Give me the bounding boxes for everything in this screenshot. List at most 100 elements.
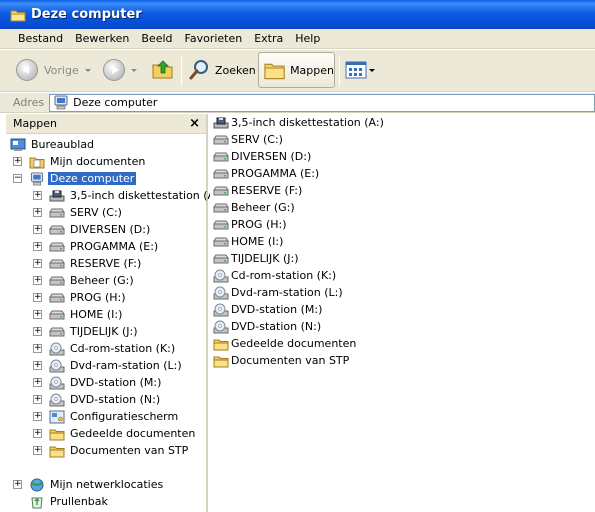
up-button[interactable]: [151, 57, 175, 81]
menu-bewerken[interactable]: Bewerken: [69, 32, 135, 45]
tree-item-drive[interactable]: + SERV (C:): [33, 204, 124, 221]
tree-item-drive[interactable]: + PROG (H:): [33, 289, 128, 306]
tree-item-drive[interactable]: + DIVERSEN (D:): [33, 221, 152, 238]
search-button[interactable]: Zoeken: [188, 58, 256, 82]
expand-icon[interactable]: +: [33, 293, 42, 302]
cd-drive-icon: [49, 342, 65, 355]
expand-icon[interactable]: +: [33, 344, 42, 353]
close-icon[interactable]: ×: [189, 117, 200, 130]
list-item[interactable]: DIVERSEN (D:): [213, 148, 312, 165]
list-item[interactable]: Documenten van STP: [213, 352, 350, 369]
tree-item-label: RESERVE (F:): [70, 257, 142, 270]
menu-favorieten[interactable]: Favorieten: [179, 32, 249, 45]
expand-icon[interactable]: +: [33, 208, 42, 217]
tree-item-label: Mijn netwerklocaties: [50, 478, 164, 491]
tree-item-label: Deze computer: [48, 172, 137, 185]
address-label: Adres: [13, 96, 45, 109]
menu-bestand[interactable]: Bestand: [12, 32, 69, 45]
hard-drive-icon: [213, 254, 229, 263]
list-item[interactable]: DVD-station (M:): [213, 301, 323, 318]
tree-item-desktop[interactable]: Bureaublad: [10, 136, 96, 153]
list-item[interactable]: HOME (I:): [213, 233, 284, 250]
tree-item-drive[interactable]: +3,5-inch diskettestation (A:): [33, 187, 225, 204]
menu-extra[interactable]: Extra: [248, 32, 289, 45]
expand-icon[interactable]: +: [33, 378, 42, 387]
hard-drive-icon: [213, 203, 229, 212]
tree-item-drive[interactable]: + HOME (I:): [33, 306, 124, 323]
menu-beeld[interactable]: Beeld: [135, 32, 178, 45]
list-item[interactable]: Beheer (G:): [213, 199, 296, 216]
hard-drive-icon: [49, 208, 65, 217]
tree-item-drive[interactable]: + Beheer (G:): [33, 272, 136, 289]
toolbar-separator: [339, 56, 340, 86]
list-item-label: 3,5-inch diskettestation (A:): [231, 116, 384, 129]
hard-drive-icon: [49, 293, 65, 302]
address-field[interactable]: Deze computer: [49, 93, 595, 112]
tree-item-drive[interactable]: + Dvd-ram-station (L:): [33, 357, 184, 374]
forward-button[interactable]: [103, 59, 137, 81]
hard-drive-icon: [213, 237, 229, 246]
expand-icon[interactable]: +: [33, 429, 42, 438]
tree-item-network[interactable]: + Mijn netwerklocaties: [13, 476, 165, 493]
tree-item-drive[interactable]: + DVD-station (N:): [33, 391, 162, 408]
tree-item-drive[interactable]: + TIJDELIJK (J:): [33, 323, 140, 340]
list-item[interactable]: PROGAMMA (E:): [213, 165, 320, 182]
window-title: Deze computer: [31, 7, 142, 22]
tree-item-drive[interactable]: + DVD-station (M:): [33, 374, 163, 391]
content-list: 3,5-inch diskettestation (A:) SERV (C:) DI…: [210, 114, 595, 512]
list-item[interactable]: SERV (C:): [213, 131, 284, 148]
list-item[interactable]: RESERVE (F:): [213, 182, 303, 199]
tree-item-drive[interactable]: + PROGAMMA (E:): [33, 238, 160, 255]
list-item[interactable]: Cd-rom-station (K:): [213, 267, 337, 284]
tree-item-label: Configuratiescherm: [70, 410, 179, 423]
floppy-drive-icon: [49, 190, 65, 201]
tree-item-drive[interactable]: + RESERVE (F:): [33, 255, 143, 272]
expand-icon[interactable]: +: [13, 480, 22, 489]
expand-icon[interactable]: +: [33, 225, 42, 234]
tree-item-my-documents[interactable]: + Mijn documenten: [13, 153, 147, 170]
expand-icon[interactable]: +: [33, 361, 42, 370]
list-item[interactable]: DVD-station (N:): [213, 318, 322, 335]
list-item[interactable]: TIJDELIJK (J:): [213, 250, 300, 267]
list-item-label: Beheer (G:): [231, 201, 295, 214]
list-item-label: DIVERSEN (D:): [231, 150, 312, 163]
recycle-bin-icon: [31, 497, 43, 508]
tree-item-label: Beheer (G:): [70, 274, 134, 287]
expand-icon[interactable]: +: [13, 157, 22, 166]
list-item[interactable]: 3,5-inch diskettestation (A:): [213, 114, 385, 131]
expand-icon[interactable]: +: [33, 446, 42, 455]
search-icon: [189, 60, 208, 80]
tree-item-drive[interactable]: + Cd-rom-station (K:): [33, 340, 177, 357]
expand-icon[interactable]: +: [33, 412, 42, 421]
views-button[interactable]: [345, 61, 375, 79]
folder-icon: [49, 429, 65, 440]
expand-icon[interactable]: +: [33, 242, 42, 251]
expand-icon[interactable]: +: [33, 276, 42, 285]
list-item[interactable]: Gedeelde documenten: [213, 335, 357, 352]
control-panel-icon: [49, 410, 65, 423]
tree-item-this-computer[interactable]: − Deze computer: [13, 170, 137, 187]
list-item[interactable]: PROG (H:): [213, 216, 288, 233]
my-documents-icon: [29, 157, 45, 168]
hard-drive-icon: [49, 259, 65, 268]
menu-help[interactable]: Help: [289, 32, 326, 45]
expand-icon[interactable]: +: [33, 310, 42, 319]
list-item-label: Cd-rom-station (K:): [231, 269, 337, 282]
tree-item-label: DVD-station (N:): [70, 393, 161, 406]
tree-item-drive[interactable]: + Documenten van STP: [33, 442, 190, 459]
folder-icon: [213, 339, 229, 350]
tree-item-drive[interactable]: + Gedeelde documenten: [33, 425, 197, 442]
tree-item-drive[interactable]: + Configuratiescherm: [33, 408, 180, 425]
back-button[interactable]: Vorige: [16, 59, 91, 81]
expand-icon[interactable]: +: [33, 395, 42, 404]
computer-icon: [54, 95, 68, 110]
tree-item-recycle-bin[interactable]: Prullenbak: [29, 493, 110, 510]
collapse-icon[interactable]: −: [13, 174, 22, 183]
folders-button[interactable]: Mappen: [258, 52, 335, 88]
list-item[interactable]: Dvd-ram-station (L:): [213, 284, 344, 301]
expand-icon[interactable]: +: [33, 191, 42, 200]
expand-icon[interactable]: +: [33, 259, 42, 268]
title-bar[interactable]: Deze computer: [0, 0, 595, 29]
expand-icon[interactable]: +: [33, 327, 42, 336]
network-icon: [30, 478, 44, 491]
